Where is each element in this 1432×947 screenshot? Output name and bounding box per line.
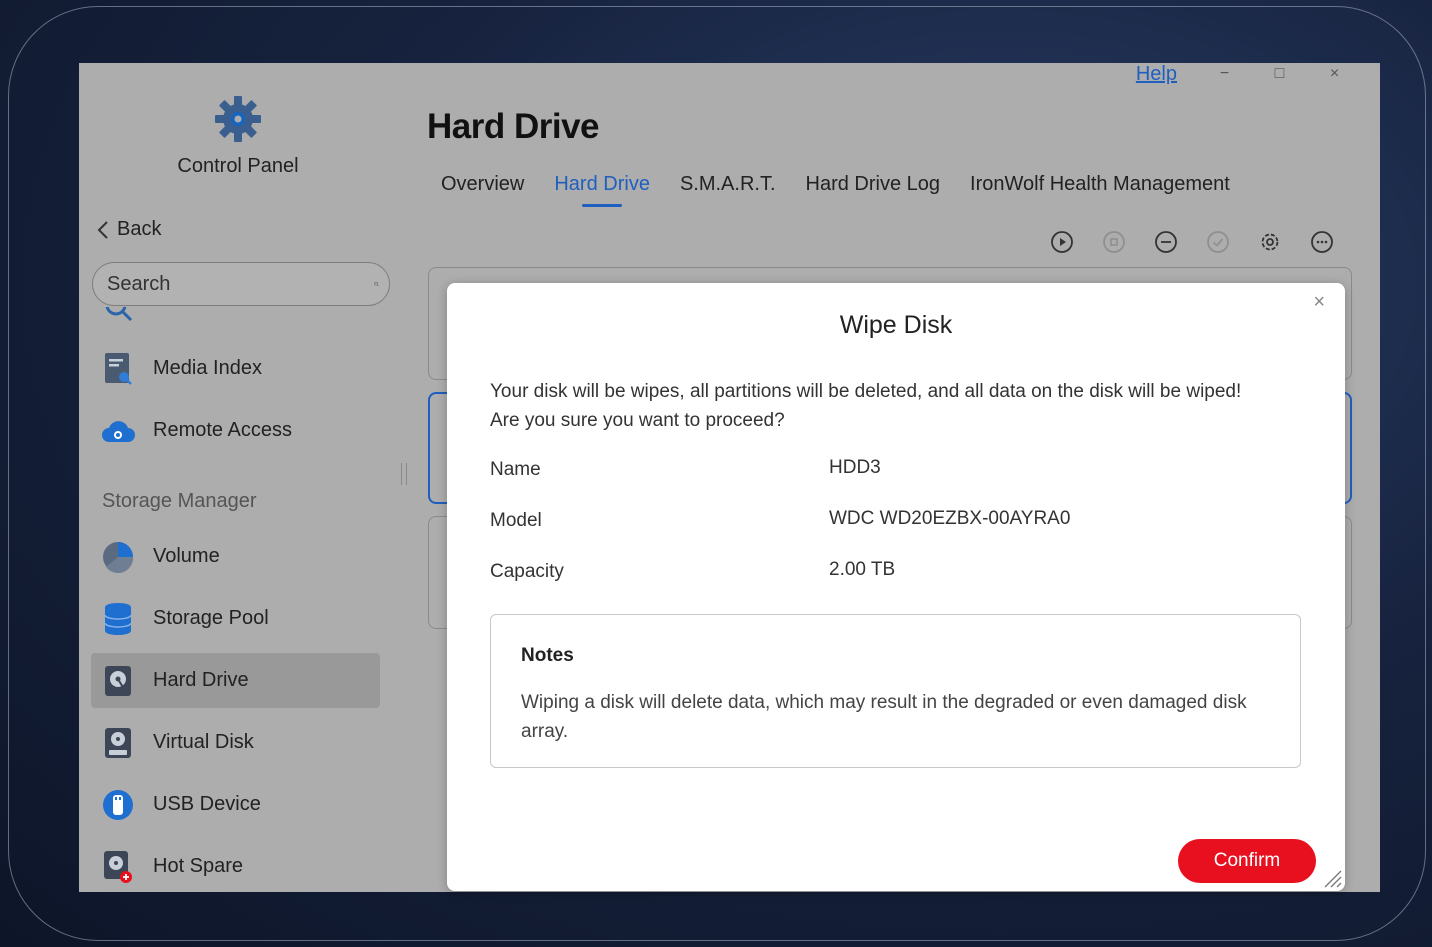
tab-hard-drive[interactable]: Hard Drive: [554, 173, 650, 209]
sidebar-item-partial[interactable]: [91, 307, 380, 334]
confirm-button[interactable]: Confirm: [1178, 839, 1316, 883]
dialog-message-line: Are you sure you want to proceed?: [490, 410, 785, 431]
search-input[interactable]: [105, 271, 374, 297]
sidebar-item-label: Remote Access: [153, 419, 292, 441]
notes-box: Notes Wiping a disk will delete data, wh…: [490, 614, 1301, 768]
close-window-button[interactable]: ×: [1307, 65, 1362, 83]
sidebar-item-label: Hot Spare: [153, 855, 244, 877]
gear-icon[interactable]: [1257, 229, 1283, 255]
help-link[interactable]: Help: [1136, 63, 1177, 86]
info-label: Capacity: [490, 561, 564, 582]
window-controls: Help − □ ×: [1136, 63, 1362, 85]
sidebar-item-usb-device[interactable]: USB Device: [91, 777, 380, 832]
usb-icon: [101, 788, 135, 822]
back-button[interactable]: Back: [97, 218, 161, 241]
sidebar-item-label: Virtual Disk: [153, 731, 254, 753]
dialog-message-line: Your disk will be wipes, all partitions …: [490, 381, 1242, 402]
dialog-title: Wipe Disk: [839, 311, 953, 339]
resize-grip-icon[interactable]: [1319, 865, 1343, 889]
media-index-icon: [101, 352, 135, 386]
sidebar-resize-handle[interactable]: [401, 463, 407, 485]
sidebar-item-label: USB Device: [153, 793, 261, 815]
app-title: Control Panel: [177, 155, 299, 177]
page-title: Hard Drive: [427, 107, 600, 146]
sidebar-group-storage-manager: Storage Manager: [102, 490, 257, 512]
sidebar-list: Media Index Remote Access Storage Manage…: [79, 307, 399, 892]
storage-pool-icon: [101, 602, 135, 636]
sidebar-item-virtual-disk[interactable]: Virtual Disk: [91, 715, 380, 770]
notes-title: Notes: [521, 645, 574, 666]
back-label: Back: [117, 218, 162, 240]
sidebar: Control Panel Back Media Index: [79, 63, 399, 892]
sidebar-item-label: Hard Drive: [153, 669, 249, 691]
chevron-left-icon: [97, 220, 108, 239]
wipe-disk-dialog: × Wipe Disk Your disk will be wipes, all…: [447, 283, 1345, 891]
toolbar: [1049, 229, 1361, 255]
sidebar-item-volume[interactable]: Volume: [91, 529, 380, 584]
gear-icon: [215, 96, 261, 142]
stop-icon[interactable]: [1101, 229, 1127, 255]
info-label: Name: [490, 459, 541, 480]
sidebar-item-media-index[interactable]: Media Index: [91, 341, 380, 396]
hard-drive-icon: [101, 664, 135, 698]
sidebar-item-hot-spare[interactable]: Hot Spare: [91, 839, 380, 892]
maximize-button[interactable]: □: [1252, 65, 1307, 83]
search-icon[interactable]: [374, 272, 379, 296]
minus-circle-icon[interactable]: [1153, 229, 1179, 255]
notes-text: Wiping a disk will delete data, which ma…: [521, 692, 1247, 742]
tab-smart[interactable]: S.M.A.R.T.: [680, 173, 776, 209]
tab-ironwolf-health[interactable]: IronWolf Health Management: [970, 173, 1230, 209]
dialog-message: Your disk will be wipes, all partitions …: [490, 377, 1310, 435]
tab-overview[interactable]: Overview: [441, 173, 524, 209]
sidebar-item-remote-access[interactable]: Remote Access: [91, 403, 380, 458]
play-icon[interactable]: [1049, 229, 1075, 255]
tab-bar: Overview Hard Drive S.M.A.R.T. Hard Driv…: [441, 173, 1260, 209]
check-circle-icon[interactable]: [1205, 229, 1231, 255]
minimize-button[interactable]: −: [1197, 65, 1252, 83]
sidebar-item-hard-drive[interactable]: Hard Drive: [91, 653, 380, 708]
sidebar-item-label: Volume: [153, 545, 220, 567]
sidebar-item-label: Media Index: [153, 357, 262, 379]
sidebar-item-label: Storage Pool: [153, 607, 269, 629]
tab-hard-drive-log[interactable]: Hard Drive Log: [806, 173, 941, 209]
info-value: 2.00 TB: [829, 559, 896, 580]
info-label: Model: [490, 510, 542, 531]
more-icon[interactable]: [1309, 229, 1335, 255]
virtual-disk-icon: [101, 726, 135, 760]
search-box[interactable]: [92, 262, 390, 306]
info-value: HDD3: [829, 457, 881, 478]
sidebar-item-storage-pool[interactable]: Storage Pool: [91, 591, 380, 646]
volume-pie-icon: [101, 540, 135, 574]
discovery-icon: [101, 307, 135, 324]
cloud-icon: [101, 414, 135, 448]
info-value: WDC WD20EZBX-00AYRA0: [829, 508, 1071, 529]
hot-spare-icon: [101, 850, 135, 884]
